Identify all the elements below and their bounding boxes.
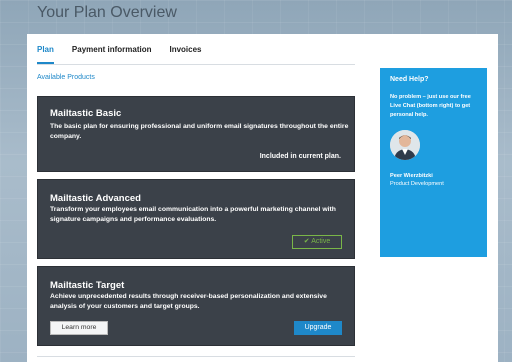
tab-payment-information[interactable]: Payment information [72, 34, 152, 64]
help-text: No problem – just use our free Live Chat… [390, 94, 471, 118]
bottom-divider [37, 356, 355, 357]
product-card-basic: Mailtastic Basic The basic plan for ensu… [37, 96, 355, 172]
checkmark-icon: ✔ [303, 238, 310, 245]
included-status: Included in current plan. [259, 153, 341, 160]
page-title: Your Plan Overview [37, 4, 177, 21]
tab-plan[interactable]: Plan [37, 34, 54, 64]
product-card-target: Mailtastic Target Achieve unprecedented … [37, 266, 355, 346]
product-name: Mailtastic Advanced [50, 193, 141, 204]
available-products-label: Available Products [37, 74, 95, 81]
product-name: Mailtastic Target [50, 280, 125, 291]
help-box: Need Help? No problem – just use our fre… [380, 68, 487, 257]
product-description: Transform your employees email communica… [50, 206, 336, 223]
active-button[interactable]: ✔ Active [292, 235, 342, 249]
learn-more-button[interactable]: Learn more [50, 321, 108, 335]
help-contact-name: Peer Wierzbitzki [390, 173, 433, 179]
product-description: Achieve unprecedented results through re… [50, 293, 327, 310]
product-description: The basic plan for ensuring professional… [50, 123, 349, 140]
product-card-advanced: Mailtastic Advanced Transform your emplo… [37, 179, 355, 259]
help-title: Need Help? [390, 76, 429, 83]
tab-invoices[interactable]: Invoices [169, 34, 201, 64]
plan-overview-card: Plan Payment information Invoices Availa… [27, 34, 498, 362]
tab-bar: Plan Payment information Invoices [37, 34, 220, 64]
active-label: Active [311, 238, 331, 245]
avatar [390, 130, 420, 160]
product-name: Mailtastic Basic [50, 108, 122, 119]
upgrade-button[interactable]: Upgrade [294, 321, 342, 335]
help-contact-role: Product Development [390, 181, 444, 187]
tabs-divider [37, 64, 355, 65]
person-photo-icon [390, 130, 420, 160]
